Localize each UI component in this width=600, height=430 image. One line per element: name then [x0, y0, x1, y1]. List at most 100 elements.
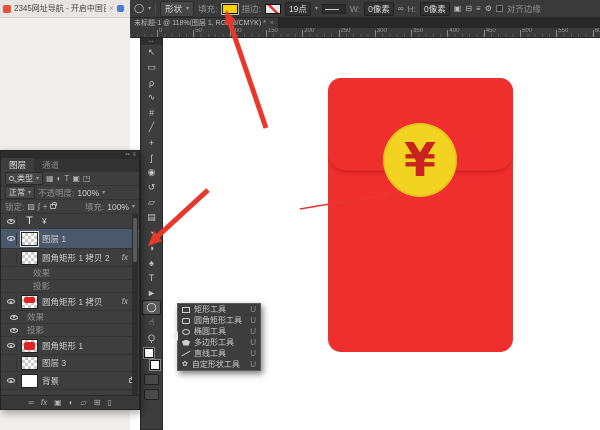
collapse-icon[interactable]: ▪▪ — [125, 152, 129, 158]
ellipse-tool-preset-icon[interactable]: ◯ — [134, 3, 144, 14]
scrollbar-thumb[interactable] — [133, 218, 137, 262]
history-brush-tool[interactable]: ↺ — [142, 180, 161, 195]
quick-mask-button[interactable] — [144, 374, 159, 385]
tool-preset-caret-icon[interactable]: ▾ — [148, 5, 151, 12]
opacity-value[interactable]: 100% — [77, 188, 99, 198]
tab-layers[interactable]: 图层 — [1, 158, 34, 172]
clone-stamp-tool[interactable]: ◉ — [142, 165, 161, 180]
fill-color-swatch[interactable] — [222, 4, 238, 14]
tab-channels[interactable]: 通道 — [34, 158, 67, 172]
shape-width-field[interactable]: 0像素 — [364, 2, 394, 16]
layer-row-selected[interactable]: 图层 1 — [1, 229, 139, 249]
layer-row-text[interactable]: T ¥ — [1, 214, 139, 229]
stroke-width-field[interactable]: 19点 — [285, 2, 311, 16]
document-tab[interactable]: 未标题-1 @ 118%(图层 1, RGB/8/CMYK) * × — [130, 18, 279, 28]
eraser-tool[interactable]: ▱ — [142, 195, 161, 210]
lock-pixels-icon[interactable]: ʃ — [38, 202, 40, 211]
visibility-toggle[interactable] — [5, 357, 17, 369]
layer-row[interactable]: 圆角矩形 1 拷贝 fx ▾ — [1, 293, 139, 311]
brush-tool[interactable]: ʃ — [142, 150, 161, 165]
panel-scrollbar[interactable] — [132, 214, 138, 395]
layer-row[interactable]: 图层 3 — [1, 355, 139, 372]
coin-circle[interactable]: ¥ — [383, 123, 457, 197]
fx-badge[interactable]: fx — [122, 297, 128, 306]
layer-row[interactable]: 圆角矩形 1 — [1, 337, 139, 355]
visibility-toggle[interactable] — [5, 233, 17, 245]
stroke-color-swatch[interactable] — [265, 4, 281, 14]
visibility-toggle[interactable] — [5, 296, 17, 308]
stroke-type-select[interactable] — [322, 4, 346, 14]
path-selection-tool[interactable]: ► — [142, 285, 161, 300]
fx-badge[interactable]: fx — [122, 253, 128, 262]
layer-thumbnail[interactable] — [21, 232, 38, 246]
foreground-color-swatch[interactable] — [144, 348, 154, 358]
screen-mode-button[interactable] — [144, 389, 159, 400]
hand-tool[interactable]: ☝ — [142, 315, 161, 330]
blur-tool[interactable]: ◔ — [142, 225, 161, 240]
pick-tool-mode-select[interactable]: 形状 ▾ — [160, 1, 194, 17]
layer-mask-icon[interactable]: ▣ — [54, 398, 62, 407]
path-arrangement-icon[interactable]: ≡ — [476, 4, 481, 13]
path-operations-icon[interactable]: ▣ — [454, 4, 462, 13]
type-tool[interactable]: T — [142, 270, 161, 285]
filter-adjustment-icon[interactable]: ◐ — [57, 174, 62, 183]
drop-shadow-row[interactable]: 投影 — [1, 324, 139, 337]
visibility-toggle[interactable] — [5, 340, 17, 352]
new-layer-icon[interactable]: ⊞ — [94, 398, 101, 407]
lock-position-icon[interactable]: + — [43, 202, 48, 211]
link-layers-icon[interactable]: ∞ — [28, 398, 34, 407]
menu-item-ellipse-tool[interactable]: 椭圆工具 U — [178, 326, 260, 337]
layer-thumbnail[interactable] — [21, 295, 38, 309]
visibility-toggle[interactable] — [5, 252, 17, 264]
adjustment-layer-icon[interactable]: ◐ — [69, 398, 74, 407]
browser-tab-title[interactable]: 2345网址导航 - 开启中国百年 — [14, 3, 106, 14]
background-layer-row[interactable]: 背景 — [1, 372, 139, 390]
zoom-tool[interactable]: Ϙ — [142, 330, 161, 345]
drop-shadow-row[interactable]: 投影 — [1, 280, 139, 293]
browser-tab-close-icon[interactable]: × — [109, 4, 114, 13]
opacity-caret-icon[interactable]: ▾ — [102, 189, 105, 196]
fill-caret-icon[interactable]: ▾ — [132, 203, 135, 210]
healing-brush-tool[interactable]: + — [142, 135, 161, 150]
menu-item-custom-shape-tool[interactable]: ✿ 自定形状工具 U — [178, 359, 260, 370]
path-alignment-icon[interactable]: ⊟ — [465, 4, 472, 13]
gradient-tool[interactable]: ▤ — [142, 210, 161, 225]
layer-thumbnail[interactable] — [21, 374, 38, 388]
layer-thumbnail[interactable] — [21, 356, 38, 370]
filter-type-select[interactable]: 类型 ▾ — [5, 172, 43, 185]
new-group-icon[interactable]: ▱ — [81, 398, 87, 407]
visibility-toggle[interactable] — [5, 215, 17, 227]
panel-menu-icon[interactable]: ≡ — [132, 152, 136, 158]
background-color-swatch[interactable] — [150, 360, 160, 370]
delete-layer-icon[interactable]: ▯ — [107, 398, 111, 407]
lasso-tool[interactable]: ρ — [142, 75, 161, 90]
layer-fill-value[interactable]: 100% — [107, 202, 129, 212]
eyedropper-tool[interactable]: ╱ — [142, 120, 161, 135]
filter-pixel-icon[interactable]: ▦ — [46, 174, 54, 183]
move-tool[interactable]: ↖ — [142, 45, 161, 60]
layer-thumbnail[interactable] — [21, 251, 38, 265]
filter-shape-icon[interactable]: ▣ — [72, 174, 80, 183]
align-edges-checkbox[interactable] — [496, 5, 503, 12]
dodge-tool[interactable]: ◑ — [142, 240, 161, 255]
lock-all-icon[interactable] — [50, 204, 56, 209]
crop-tool[interactable]: # — [142, 105, 161, 120]
blend-mode-select[interactable]: 正常 ▾ — [5, 186, 35, 199]
link-dimensions-icon[interactable]: ∞ — [398, 4, 404, 13]
shape-height-field[interactable]: 0像素 — [420, 2, 450, 16]
marquee-tool[interactable]: ▭ — [142, 60, 161, 75]
layer-row[interactable]: 圆角矩形 1 拷贝 2 fx ▾ — [1, 249, 139, 267]
filter-smart-object-icon[interactable]: ◳ — [83, 174, 91, 183]
layer-style-icon[interactable]: fx — [41, 398, 47, 407]
visibility-toggle[interactable] — [5, 375, 17, 387]
quick-selection-tool[interactable]: ∿ — [142, 90, 161, 105]
lock-transparency-icon[interactable]: ▨ — [27, 202, 35, 211]
menu-item-rectangle-tool[interactable]: 矩形工具 U — [178, 304, 260, 315]
gear-icon[interactable]: ⚙ — [485, 4, 492, 13]
stroke-width-caret-icon[interactable]: ▾ — [315, 5, 318, 12]
red-envelope[interactable]: ¥ — [328, 78, 513, 352]
document-close-icon[interactable]: × — [270, 20, 274, 27]
filter-type-icon[interactable]: T — [64, 174, 69, 183]
menu-item-polygon-tool[interactable]: 多边形工具 U — [178, 337, 260, 348]
menu-item-rounded-rectangle-tool[interactable]: 圆角矩形工具 U — [178, 315, 260, 326]
